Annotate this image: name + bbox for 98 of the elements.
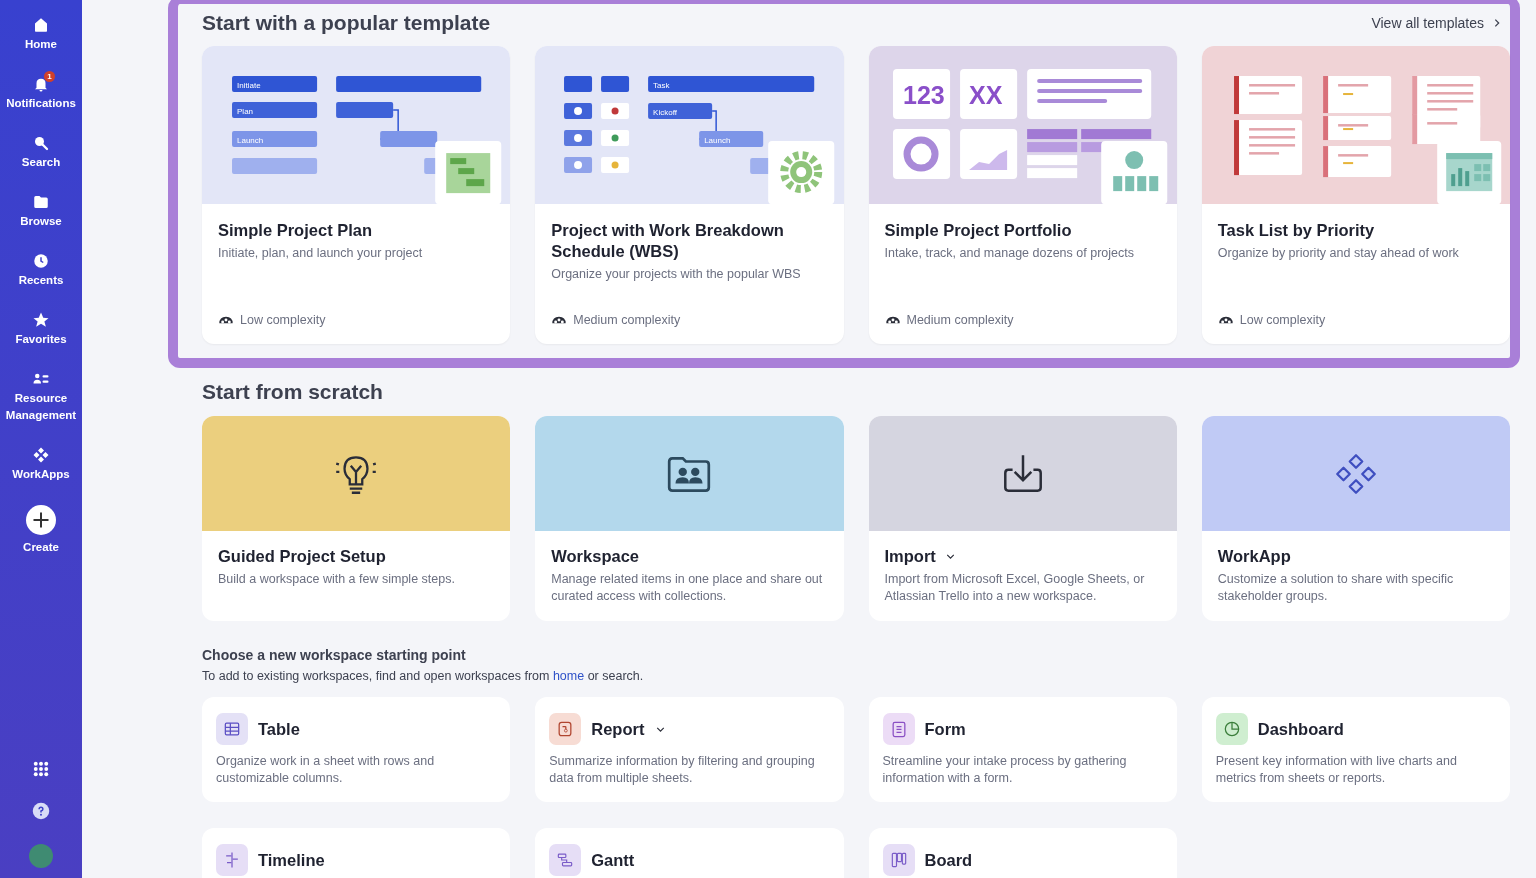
- card-description: Organize by priority and stay ahead of work: [1217, 245, 1460, 262]
- card-title: Gantt: [591, 850, 635, 870]
- nav-item[interactable]: Resource Management: [0, 370, 82, 424]
- home-link[interactable]: home: [552, 669, 585, 683]
- card-title: Workspace: [551, 547, 639, 566]
- template-card[interactable]: Initiate Plan Launch Simple Project Plan Initiate, plan, and launch your project Low complexity: [202, 46, 511, 344]
- option-card[interactable]: Dashboard Present key information with live charts and metrics from sheets or reports.: [1201, 697, 1510, 802]
- table-tile: [648, 103, 713, 120]
- status-dot: [611, 161, 619, 169]
- card-title: Import: [884, 547, 936, 566]
- complexity-label: Medium complexity: [906, 313, 1014, 327]
- option-card[interactable]: Guided Project Setup Build a workspace with a few simple steps.: [202, 416, 511, 621]
- view-all-link[interactable]: View all templates: [1371, 15, 1502, 31]
- clock-icon: [32, 252, 50, 270]
- complexity-label: Low complexity: [240, 313, 326, 327]
- notification-badge: 1: [44, 71, 55, 82]
- option-card[interactable]: Import Import from Microsoft Excel, Google Sheets, or Atlassian Trello into a new workspace.: [868, 416, 1177, 621]
- bar-label: Launch: [704, 136, 731, 146]
- search-icon: [32, 134, 50, 152]
- org-chart-icon: [1100, 141, 1167, 204]
- card-title: Dashboard: [1257, 719, 1344, 739]
- nav-item[interactable]: Search: [0, 134, 82, 171]
- bar-label: Launch: [237, 136, 264, 146]
- status-dot: [611, 134, 619, 142]
- table-tile: [601, 130, 630, 147]
- card-description: Streamline your intake process by gathering information with a form.: [882, 753, 1128, 787]
- section-title: Start with a popular template: [202, 11, 491, 35]
- card-title: Guided Project Setup: [218, 547, 386, 566]
- hint-text: To add to existing workspaces, find and open workspaces from home or search.: [202, 669, 645, 683]
- template-card[interactable]: Task List by Priority Organize by priority and stay ahead of work Low complexity: [1201, 46, 1510, 344]
- status-dot: [611, 107, 619, 115]
- card-description: Intake, track, and manage dozens of projects: [884, 245, 1135, 262]
- card-title: Simple Project Portfolio: [884, 220, 1073, 241]
- card-title: Simple Project Plan: [218, 220, 374, 241]
- star-icon: [32, 311, 50, 329]
- table-tile: [699, 131, 764, 148]
- card-description: Build a workspace with a few simple steps.: [218, 571, 456, 588]
- option-card[interactable]: Workspace Manage related items in one place and share out curated access with collections.: [535, 416, 844, 621]
- option-card[interactable]: WorkApp Customize a solution to share with specific stakeholder groups.: [1201, 416, 1510, 621]
- nav-item[interactable]: WorkApps: [0, 446, 82, 483]
- option-card[interactable]: Gantt: [535, 828, 844, 878]
- bar-label: Plan: [237, 107, 254, 117]
- card-description: Initiate, plan, and launch your project: [218, 245, 424, 262]
- help-icon[interactable]: [32, 802, 50, 820]
- card-description: Present key information with live charts and metrics from sheets or reports.: [1215, 753, 1458, 787]
- nav-item[interactable]: Recents: [0, 252, 82, 289]
- complexity-label: Medium complexity: [573, 313, 681, 327]
- table-tile: [601, 103, 630, 120]
- gantt-bar: [336, 102, 394, 119]
- option-card[interactable]: Form Streamline your intake process by gathering information with a form.: [868, 697, 1177, 802]
- option-card[interactable]: Report Summarize information by filtering and grouping data from multiple sheets.: [535, 697, 844, 802]
- home-icon: [32, 16, 50, 34]
- template-card[interactable]: 123 XX Simple Project Portfolio Intake, track, and manage dozens of projects Medium complexity: [868, 46, 1177, 344]
- card-title: Form: [924, 719, 966, 739]
- complexity-label: Low complexity: [1239, 313, 1326, 327]
- bar-label: Task: [653, 81, 670, 91]
- card-title: Table: [258, 719, 300, 739]
- bar-label: Kickoff: [653, 108, 678, 118]
- plus-icon: [26, 505, 56, 535]
- hierarchy-chart-icon: [435, 141, 502, 204]
- nav-item[interactable]: Favorites: [0, 311, 82, 348]
- diamonds-icon: [32, 446, 50, 464]
- card-description: Summarize information by filtering and grouping data from multiple sheets.: [549, 753, 816, 787]
- nav-item[interactable]: Browse: [0, 193, 82, 230]
- card-title: Timeline: [258, 850, 325, 870]
- option-card[interactable]: Table Organize work in a sheet with rows and customizable columns.: [202, 697, 511, 802]
- table-tile: [750, 158, 771, 175]
- table-tile: [601, 76, 630, 93]
- option-card[interactable]: Board: [868, 828, 1177, 878]
- card-description: Organize your projects with the popular WBS: [551, 266, 802, 283]
- card-description: Organize work in a sheet with rows and customizable columns.: [216, 753, 436, 787]
- gear-icon: [768, 141, 835, 204]
- app-grid-icon[interactable]: [32, 760, 50, 778]
- section-title: Start from scratch: [202, 380, 384, 404]
- card-title: Report: [591, 719, 645, 739]
- section-subtitle: Choose a new workspace starting point: [202, 647, 467, 663]
- card-title: Board: [924, 850, 973, 870]
- tile-value: 123: [902, 81, 945, 110]
- card-description: Customize a solution to share with specific stakeholder groups.: [1217, 571, 1455, 605]
- nav-item[interactable]: Create: [0, 505, 82, 556]
- table-tile: [564, 76, 593, 93]
- card-title: Project with Work Breakdown Schedule (WBS): [551, 220, 785, 262]
- tile-value: XX: [968, 81, 1002, 110]
- card-title: WorkApp: [1217, 547, 1291, 566]
- folder-icon: [32, 193, 50, 211]
- chevron-right-icon: [1492, 18, 1502, 28]
- bar-label: Initiate: [237, 81, 261, 91]
- gantt-bar: [380, 131, 438, 148]
- template-card[interactable]: Task Kickoff Launch Project with Work Breakdown Schedule (WBS) Organize your projects with the popular WBS Medium complexity: [535, 46, 844, 344]
- card-description: Import from Microsoft Excel, Google Sheets, or Atlassian Trello into a new workspace.: [884, 571, 1146, 605]
- card-title: Task List by Priority: [1217, 220, 1376, 241]
- card-description: Manage related items in one place and share out curated access with collections.: [551, 571, 824, 605]
- table-tile: [601, 157, 630, 174]
- nav-item[interactable]: Home: [0, 16, 82, 53]
- status-dot: [574, 134, 583, 143]
- status-dot: [574, 107, 583, 116]
- status-dot: [574, 161, 583, 170]
- option-card[interactable]: Timeline: [202, 828, 511, 878]
